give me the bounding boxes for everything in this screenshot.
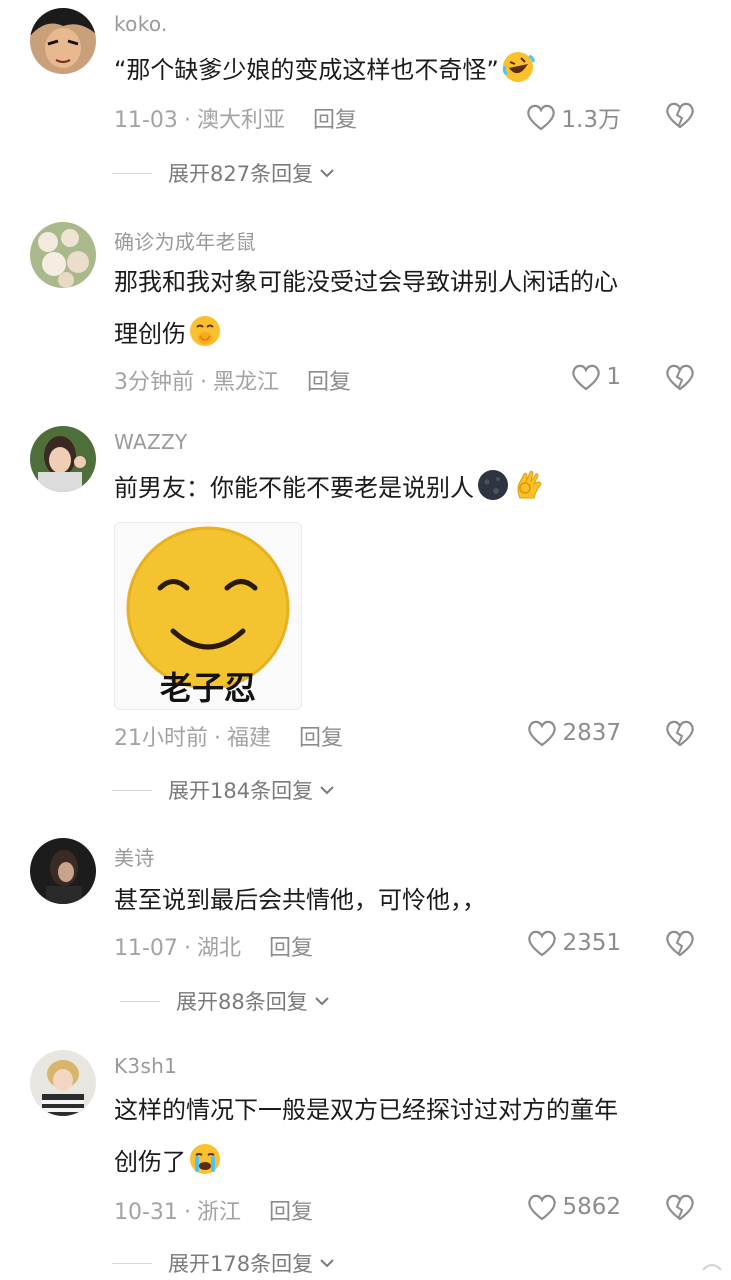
comment-meta: 11-07 · 湖北 回复 bbox=[114, 930, 313, 962]
username[interactable]: 美诗 bbox=[114, 842, 155, 871]
comment-text: 甚至说到最后会共情他，可怜他，， bbox=[114, 874, 704, 926]
dislike-button[interactable] bbox=[664, 928, 696, 962]
like-button[interactable]: 1 bbox=[570, 362, 621, 392]
watermark-icon bbox=[702, 1264, 722, 1271]
comment-time: 11-03 bbox=[114, 108, 178, 133]
reply-button[interactable]: 回复 bbox=[299, 726, 343, 751]
expand-label: 展开827条回复 bbox=[168, 162, 314, 186]
like-button[interactable]: 2837 bbox=[526, 718, 621, 748]
separator-dot: · bbox=[183, 108, 191, 133]
broken-heart-icon bbox=[666, 1194, 694, 1221]
avatar[interactable] bbox=[30, 838, 96, 904]
comment-time: 11-07 bbox=[114, 936, 178, 961]
broken-heart-icon bbox=[666, 364, 694, 391]
expand-replies-button[interactable]: 展开827条回复 bbox=[112, 158, 335, 188]
reply-button[interactable]: 回复 bbox=[269, 1200, 313, 1225]
comment-location: 浙江 bbox=[196, 1200, 241, 1225]
comment-time: 3分钟前 bbox=[114, 370, 194, 395]
divider-line bbox=[112, 789, 152, 791]
comment-text-line: 这样的情况下一般是双方已经探讨过对方的童年 bbox=[114, 1096, 618, 1124]
broken-heart-icon bbox=[666, 102, 694, 129]
dislike-button[interactable] bbox=[664, 718, 696, 752]
heart-icon bbox=[572, 364, 601, 391]
broken-heart-icon bbox=[666, 930, 694, 957]
like-button[interactable]: 5862 bbox=[526, 1192, 621, 1222]
expand-replies-button[interactable]: 展开184条回复 bbox=[112, 775, 335, 805]
comment-meta: 11-03 · 澳大利亚 回复 bbox=[114, 102, 357, 134]
expand-replies-button[interactable]: 展开88条回复 bbox=[120, 986, 330, 1016]
chevron-down-icon bbox=[320, 1259, 334, 1268]
comment-meta: 21小时前 · 福建 回复 bbox=[114, 720, 343, 752]
comment-location: 黑龙江 bbox=[213, 370, 280, 395]
rofl-emoji bbox=[502, 52, 535, 82]
like-count: 2351 bbox=[562, 930, 621, 956]
comment-time: 21小时前 bbox=[114, 726, 208, 751]
dislike-button[interactable] bbox=[664, 362, 696, 396]
divider-line bbox=[120, 1000, 160, 1002]
username[interactable]: koko. bbox=[114, 12, 168, 36]
expand-label: 展开184条回复 bbox=[168, 779, 314, 803]
comment-location: 澳大利亚 bbox=[196, 108, 285, 133]
comment-text-content: “那个缺爹少娘的变成这样也不奇怪” bbox=[114, 56, 499, 84]
comment-text-line: 那我和我对象可能没受过会导致讲别人闲话的心 bbox=[114, 268, 618, 296]
heart-icon bbox=[528, 930, 557, 957]
username[interactable]: 确诊为成年老鼠 bbox=[114, 226, 256, 255]
like-count: 5862 bbox=[562, 1194, 621, 1220]
comment-text-content: 甚至说到最后会共情他，可怜他，， bbox=[114, 886, 486, 914]
like-button[interactable]: 2351 bbox=[526, 928, 621, 958]
reply-button[interactable]: 回复 bbox=[313, 108, 357, 133]
avatar[interactable] bbox=[30, 222, 96, 288]
avatar[interactable] bbox=[30, 1050, 96, 1116]
expand-replies-button[interactable]: 展开178条回复 bbox=[112, 1248, 335, 1278]
ok-hand-emoji bbox=[517, 470, 542, 499]
like-count: 1 bbox=[606, 364, 621, 390]
reply-button[interactable]: 回复 bbox=[269, 936, 313, 961]
username[interactable]: K3sh1 bbox=[114, 1054, 177, 1078]
comment-text-content: 前男友：你能不能不要老是说别人 bbox=[114, 474, 474, 502]
comment-text: 这样的情况下一般是双方已经探讨过对方的童年 创伤了 bbox=[114, 1084, 704, 1188]
comment-time: 10-31 bbox=[114, 1200, 178, 1225]
comment-text-line2: 创伤了 bbox=[114, 1148, 186, 1176]
avatar[interactable] bbox=[30, 426, 96, 492]
broken-heart-icon bbox=[666, 720, 694, 747]
comment-text-line: 理创伤 bbox=[114, 308, 704, 360]
heart-icon bbox=[528, 1194, 557, 1221]
chevron-down-icon bbox=[320, 169, 334, 178]
comment-text: 那我和我对象可能没受过会导致讲别人闲话的心 理创伤 bbox=[114, 256, 704, 360]
reply-button[interactable]: 回复 bbox=[307, 370, 351, 395]
expand-label: 展开88条回复 bbox=[176, 990, 308, 1014]
dislike-button[interactable] bbox=[664, 100, 696, 134]
new-moon-face-emoji bbox=[478, 470, 508, 500]
dislike-button[interactable] bbox=[664, 1192, 696, 1226]
expand-label: 展开178条回复 bbox=[168, 1252, 314, 1276]
separator-dot: · bbox=[200, 370, 207, 395]
username[interactable]: WAZZY bbox=[114, 430, 187, 454]
sticker-caption: 老子忍 bbox=[159, 669, 256, 707]
comment-meta: 3分钟前 · 黑龙江 回复 bbox=[114, 364, 351, 396]
like-count: 2837 bbox=[562, 720, 621, 746]
divider-line bbox=[112, 1262, 152, 1264]
chevron-down-icon bbox=[320, 786, 334, 795]
separator-dot: · bbox=[183, 1200, 191, 1225]
comment-text: “那个缺爹少娘的变成这样也不奇怪” bbox=[114, 44, 704, 96]
separator-dot: · bbox=[183, 936, 191, 961]
divider-line bbox=[112, 172, 152, 174]
heart-icon bbox=[527, 104, 556, 131]
like-count: 1.3万 bbox=[561, 107, 621, 133]
avatar[interactable] bbox=[30, 8, 96, 74]
comment-text-line: 创伤了 bbox=[114, 1136, 704, 1188]
separator-dot: · bbox=[214, 726, 221, 751]
sticker-image[interactable]: 老子忍 bbox=[114, 522, 302, 710]
comment-text: 前男友：你能不能不要老是说别人 bbox=[114, 462, 704, 514]
shushing-emoji bbox=[190, 316, 220, 346]
chevron-down-icon bbox=[315, 997, 329, 1006]
comment-meta: 10-31 · 浙江 回复 bbox=[114, 1194, 313, 1226]
comment-location: 湖北 bbox=[196, 936, 241, 961]
loudly-crying-emoji bbox=[190, 1144, 220, 1174]
like-button[interactable]: 1.3万 bbox=[525, 100, 621, 134]
comment-location: 福建 bbox=[227, 726, 272, 751]
comment-text-line2: 理创伤 bbox=[114, 320, 186, 348]
heart-icon bbox=[528, 720, 557, 747]
